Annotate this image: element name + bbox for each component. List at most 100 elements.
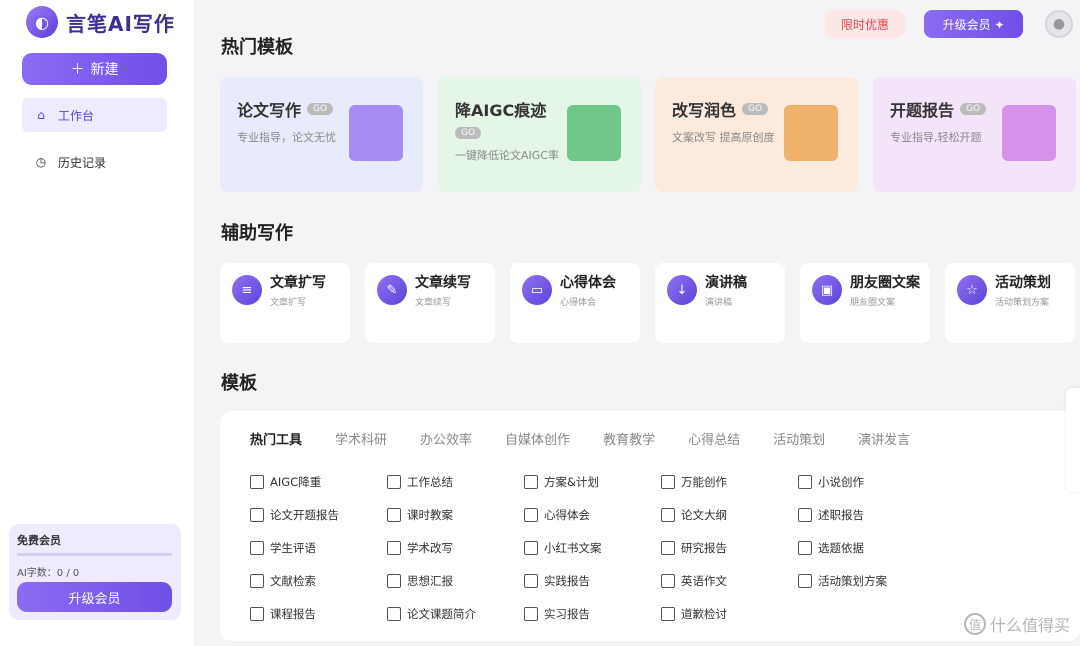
pen-icon: ✎ <box>377 275 407 305</box>
app-logo[interactable]: ◐ 言笔AI写作 <box>26 6 175 38</box>
template-item[interactable]: 述职报告 <box>798 506 935 524</box>
assist-section-title: 辅助写作 <box>221 223 293 244</box>
go-badge: GO <box>742 103 769 115</box>
template-item[interactable]: 道歉检讨 <box>661 605 798 623</box>
template-item[interactable]: 实践报告 <box>524 572 661 590</box>
template-item-label: 思想汇报 <box>407 574 453 588</box>
hot-card-rewrite[interactable]: 改写润色 GO 文案改写 提高原创度 <box>655 77 858 192</box>
document-icon <box>798 574 812 588</box>
assist-card-event[interactable]: ☆ 活动策划 活动策划方案 <box>945 263 1075 343</box>
template-grid: AIGC降重 工作总结 方案&计划 万能创作 小说创作论文开题报告 课时教案 心得体会 论文大… <box>250 473 935 623</box>
assist-card-expand[interactable]: ≡ 文章扩写 文章扩写 <box>220 263 350 343</box>
new-button[interactable]: ＋ 新建 <box>22 53 167 85</box>
template-item[interactable]: 选题依据 <box>798 539 935 557</box>
template-item[interactable]: 学术改写 <box>387 539 524 557</box>
member-panel: 免费会员 AI字数：0 / 0 升级会员 <box>9 524 181 620</box>
template-item[interactable]: 活动策划方案 <box>798 572 935 590</box>
document-icon <box>798 508 812 522</box>
upgrade-button[interactable]: 升级会员 ✦ <box>924 10 1023 38</box>
assist-card-title: 活动策划 <box>995 275 1051 291</box>
tab-education[interactable]: 教育教学 <box>603 429 655 448</box>
feedback-widget[interactable] <box>1066 388 1080 492</box>
assist-card-speech[interactable]: ↓ 演讲稿 演讲稿 <box>655 263 785 343</box>
avatar[interactable]: ● <box>1045 10 1073 38</box>
document-icon <box>661 475 675 489</box>
template-item[interactable]: AIGC降重 <box>250 473 387 491</box>
hot-card-proposal[interactable]: 开题报告 GO 专业指导,轻松开题 <box>873 77 1076 192</box>
home-icon: ⌂ <box>37 108 45 122</box>
document-icon <box>524 607 538 621</box>
template-item-label: 实践报告 <box>544 574 590 588</box>
template-item[interactable]: 论文开题报告 <box>250 506 387 524</box>
template-item-label: 心得体会 <box>544 508 590 522</box>
assist-card-title: 文章扩写 <box>270 275 326 291</box>
assist-card-continue[interactable]: ✎ 文章续写 文章续写 <box>365 263 495 343</box>
template-item[interactable]: 文献检索 <box>250 572 387 590</box>
template-item-label: 万能创作 <box>681 475 727 489</box>
assist-card-sub: 活动策划方案 <box>995 298 1050 308</box>
template-item[interactable]: 小红书文案 <box>524 539 661 557</box>
document-pen-icon <box>349 105 403 161</box>
template-item[interactable]: 方案&计划 <box>524 473 661 491</box>
tab-speech[interactable]: 演讲发言 <box>858 429 910 448</box>
template-item-label: 学术改写 <box>407 541 453 555</box>
logo-icon: ◐ <box>26 6 58 38</box>
tab-academic[interactable]: 学术科研 <box>335 429 387 448</box>
document-icon <box>798 541 812 555</box>
assist-card-reflection[interactable]: ▭ 心得体会 心得体会 <box>510 263 640 343</box>
template-item[interactable]: 论文课题简介 <box>387 605 524 623</box>
template-item[interactable]: 心得体会 <box>524 506 661 524</box>
template-item[interactable]: 学生评语 <box>250 539 387 557</box>
document-icon <box>387 607 401 621</box>
member-word-count: AI字数：0 / 0 <box>17 568 80 579</box>
go-badge: GO <box>960 103 987 115</box>
tab-office[interactable]: 办公效率 <box>420 429 472 448</box>
expand-icon: ≡ <box>232 275 262 305</box>
template-item[interactable]: 研究报告 <box>661 539 798 557</box>
document-icon <box>661 508 675 522</box>
template-item-label: 英语作文 <box>681 574 727 588</box>
tab-hot-tools[interactable]: 热门工具 <box>250 429 302 448</box>
watermark-text: 什么值得买 <box>989 616 1070 635</box>
template-item-label: 论文课题简介 <box>407 607 476 621</box>
template-item-label: 实习报告 <box>544 607 590 621</box>
document-check-icon <box>567 105 621 161</box>
template-item[interactable]: 思想汇报 <box>387 572 524 590</box>
document-icon <box>387 574 401 588</box>
sidebar-item-label: 历史记录 <box>58 155 107 170</box>
hot-card-sub: 一键降低论文AIGC率 <box>455 149 559 162</box>
template-item-label: 工作总结 <box>407 475 453 489</box>
template-item[interactable]: 小说创作 <box>798 473 935 491</box>
template-item[interactable]: 万能创作 <box>661 473 798 491</box>
template-item[interactable]: 课程报告 <box>250 605 387 623</box>
tab-media[interactable]: 自媒体创作 <box>505 429 570 448</box>
assist-card-title: 朋友圈文案 <box>850 275 920 291</box>
templates-panel: 热门工具 学术科研 办公效率 自媒体创作 教育教学 心得总结 活动策划 演讲发言… <box>220 411 1080 641</box>
proposal-icon <box>1002 105 1056 161</box>
assist-card-sub: 心得体会 <box>560 298 597 308</box>
member-upgrade-button[interactable]: 升级会员 <box>17 582 172 612</box>
template-item[interactable]: 课时教案 <box>387 506 524 524</box>
template-item-label: 课时教案 <box>407 508 453 522</box>
template-item[interactable]: 实习报告 <box>524 605 661 623</box>
promo-button[interactable]: 限时优惠 <box>825 10 905 38</box>
tab-summary[interactable]: 心得总结 <box>688 429 740 448</box>
template-item[interactable]: 论文大纲 <box>661 506 798 524</box>
template-item[interactable]: 英语作文 <box>661 572 798 590</box>
image-icon: ▣ <box>812 275 842 305</box>
hot-card-aigc[interactable]: 降AIGC痕迹 GO 一键降低论文AIGC率 <box>438 77 641 192</box>
template-item-label: 研究报告 <box>681 541 727 555</box>
hot-card-sub: 专业指导,轻松开题 <box>890 131 982 144</box>
hot-card-title: 开题报告 <box>890 101 955 120</box>
sidebar-item-history[interactable]: ◷ 历史记录 <box>22 145 167 179</box>
hot-card-paper[interactable]: 论文写作 GO 专业指导，论文无忧 <box>220 77 423 192</box>
app-title: 言笔AI写作 <box>66 11 175 36</box>
assist-card-moments[interactable]: ▣ 朋友圈文案 朋友圈文案 <box>800 263 930 343</box>
template-item[interactable]: 工作总结 <box>387 473 524 491</box>
sidebar-item-workspace[interactable]: ⌂ 工作台 <box>22 98 167 132</box>
tab-event[interactable]: 活动策划 <box>773 429 825 448</box>
document-icon <box>524 574 538 588</box>
document-icon <box>250 475 264 489</box>
document-icon <box>524 541 538 555</box>
member-title: 免费会员 <box>17 534 61 547</box>
